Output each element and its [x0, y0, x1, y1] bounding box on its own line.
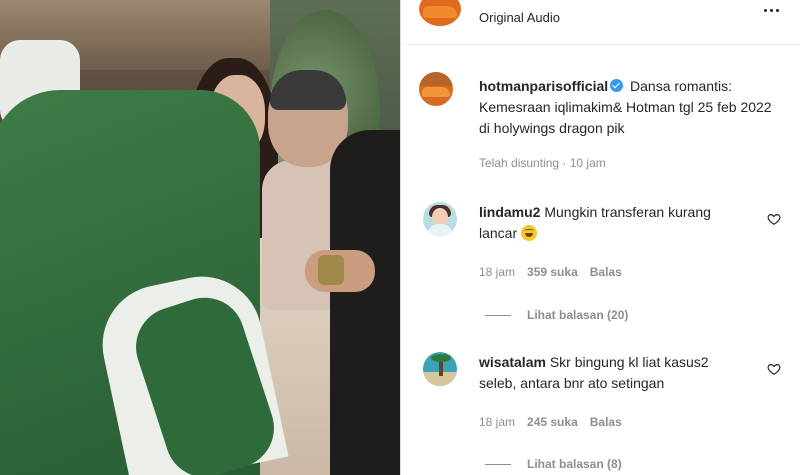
view-replies-button[interactable]: Lihat balasan (20)	[485, 308, 628, 322]
comment-likes[interactable]: 359 suka	[527, 265, 578, 279]
comment-meta: 18 jam 245 suka Balas	[479, 415, 622, 429]
replies-line	[485, 463, 511, 465]
reply-button[interactable]: Balas	[590, 265, 622, 279]
comment-time[interactable]: 18 jam	[479, 265, 515, 279]
like-heart-icon[interactable]	[767, 212, 781, 226]
post-header: Original Audio	[401, 0, 800, 30]
caption: hotmanparisofficial Dansa romantis: Keme…	[479, 76, 779, 139]
video-watch	[318, 255, 344, 285]
comment-time[interactable]: 18 jam	[479, 415, 515, 429]
verified-badge-icon	[610, 79, 624, 92]
reply-button[interactable]: Balas	[590, 415, 622, 429]
comment: wisatalam Skr bingung kl liat kasus2 sel…	[479, 352, 749, 394]
view-replies-label: Lihat balasan (20)	[527, 308, 629, 322]
audio-label[interactable]: Original Audio	[479, 10, 560, 25]
caption-meta: Telah disunting · 10 jam	[479, 156, 606, 170]
meta-separator: ·	[562, 156, 567, 170]
more-options-icon[interactable]	[759, 2, 783, 18]
grinning-face-emoji-icon	[521, 225, 538, 241]
comment-username[interactable]: lindamu2	[479, 204, 540, 220]
edited-label: Telah disunting	[479, 156, 560, 170]
view-replies-button[interactable]: Lihat balasan (8)	[485, 457, 622, 471]
comment-avatar[interactable]	[423, 352, 457, 386]
caption-username[interactable]: hotmanparisofficial	[479, 78, 608, 94]
caption-time[interactable]: 10 jam	[570, 156, 606, 170]
view-replies-label: Lihat balasan (8)	[527, 457, 622, 471]
author-avatar[interactable]	[419, 0, 461, 26]
header-divider	[401, 44, 800, 45]
comment-likes[interactable]: 245 suka	[527, 415, 578, 429]
replies-line	[485, 314, 511, 316]
post-video[interactable]	[0, 0, 400, 475]
video-person	[330, 130, 400, 475]
like-heart-icon[interactable]	[767, 362, 781, 376]
comments-panel: Original Audio hotmanparisofficial Dansa…	[400, 0, 800, 475]
comment: lindamu2 Mungkin transferan kurang lanca…	[479, 202, 749, 244]
comment-avatar[interactable]	[423, 202, 457, 236]
caption-avatar[interactable]	[419, 72, 453, 106]
comment-username[interactable]: wisatalam	[479, 354, 546, 370]
comment-meta: 18 jam 359 suka Balas	[479, 265, 622, 279]
